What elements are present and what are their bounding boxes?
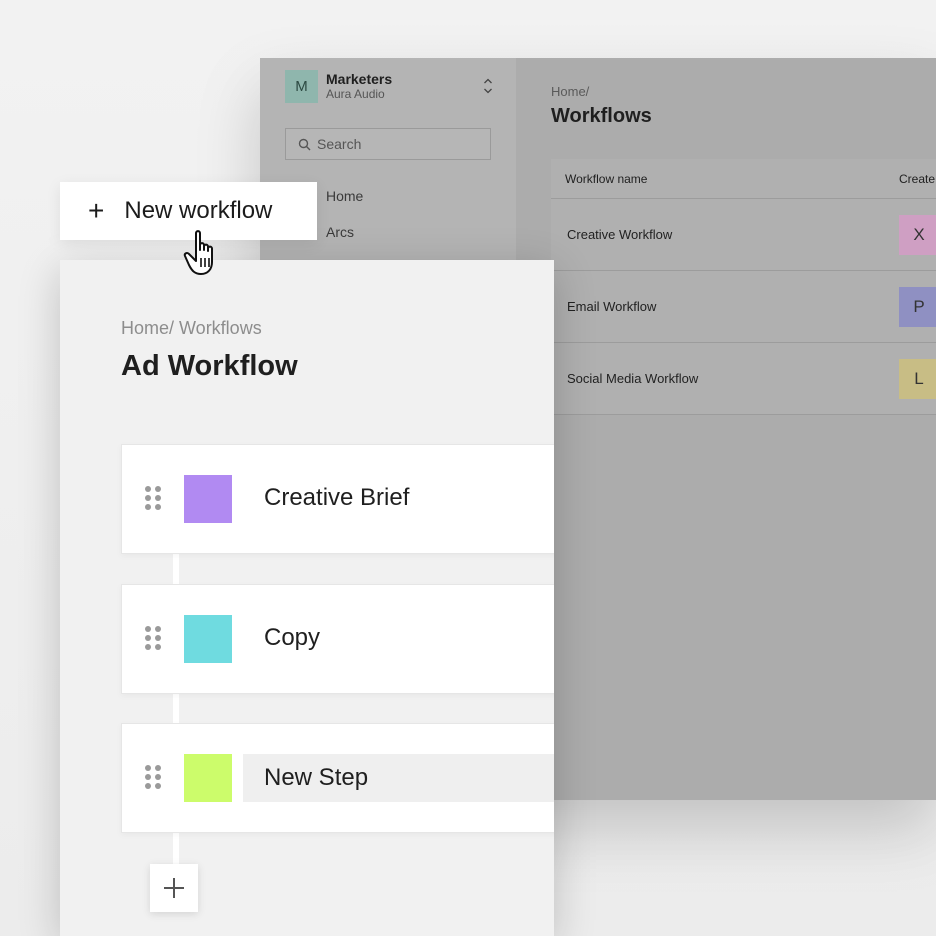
drag-handle-icon[interactable]	[145, 765, 161, 789]
workflow-name: Creative Workflow	[567, 227, 673, 242]
step-color-swatch[interactable]	[184, 754, 232, 802]
step-connector	[173, 833, 179, 865]
creator-avatar: X	[899, 214, 936, 255]
workflow-editor-panel: Home/ Workflows Ad Workflow Creative Bri…	[60, 260, 554, 936]
chevron-up-down-icon[interactable]	[483, 76, 493, 96]
creator-avatar: P	[899, 286, 936, 327]
sidebar-item-arcs[interactable]: Arcs	[326, 224, 354, 240]
workflow-step[interactable]	[121, 723, 554, 833]
drag-handle-icon[interactable]	[145, 626, 161, 650]
step-color-swatch[interactable]	[184, 615, 232, 663]
workflow-name: Email Workflow	[567, 299, 657, 314]
search-icon	[298, 138, 311, 150]
workflow-step[interactable]: Creative Brief	[121, 444, 554, 554]
org-subtitle: Aura Audio	[326, 86, 385, 101]
column-header-workflow-name[interactable]: Workflow name	[551, 172, 899, 186]
table-row[interactable]: Social Media Workflow L	[551, 343, 936, 415]
table-row[interactable]: Email Workflow P	[551, 271, 936, 343]
creator-avatar: L	[899, 358, 936, 399]
column-header-created-by[interactable]: Create	[899, 172, 935, 186]
breadcrumb[interactable]: Home/ Workflows	[121, 318, 262, 339]
hand-pointer-cursor-icon	[183, 230, 213, 275]
plus-icon	[164, 878, 184, 898]
add-step-button[interactable]	[150, 864, 198, 912]
search-input[interactable]: Search	[285, 128, 491, 160]
plus-icon: +	[88, 195, 105, 226]
drag-handle-icon[interactable]	[145, 486, 161, 510]
workflow-name: Social Media Workflow	[567, 371, 699, 386]
step-label: Copy	[264, 624, 321, 651]
workflows-table: Workflow name Create Creative Workflow X…	[551, 159, 936, 415]
step-connector	[173, 693, 179, 723]
step-connector	[173, 554, 179, 584]
new-workflow-label: New workflow	[124, 197, 273, 224]
workflow-title[interactable]: Ad Workflow	[121, 350, 298, 383]
org-avatar: M	[285, 69, 318, 103]
table-row[interactable]: Creative Workflow X	[551, 199, 936, 271]
breadcrumb[interactable]: Home/	[551, 84, 589, 99]
step-label: Creative Brief	[264, 484, 410, 511]
table-header: Workflow name Create	[551, 159, 936, 199]
main-content: Home/ Workflows Workflow name Create Cre…	[516, 58, 936, 800]
org-switcher[interactable]: M Marketers Aura Audio	[285, 69, 495, 103]
page-title: Workflows	[551, 105, 652, 127]
step-name-input[interactable]	[243, 754, 554, 802]
step-color-swatch[interactable]	[184, 475, 232, 523]
org-name: Marketers	[326, 70, 393, 87]
workflow-step[interactable]: Copy	[121, 584, 554, 694]
search-placeholder: Search	[317, 136, 362, 152]
sidebar-item-home[interactable]: Home	[326, 188, 363, 204]
